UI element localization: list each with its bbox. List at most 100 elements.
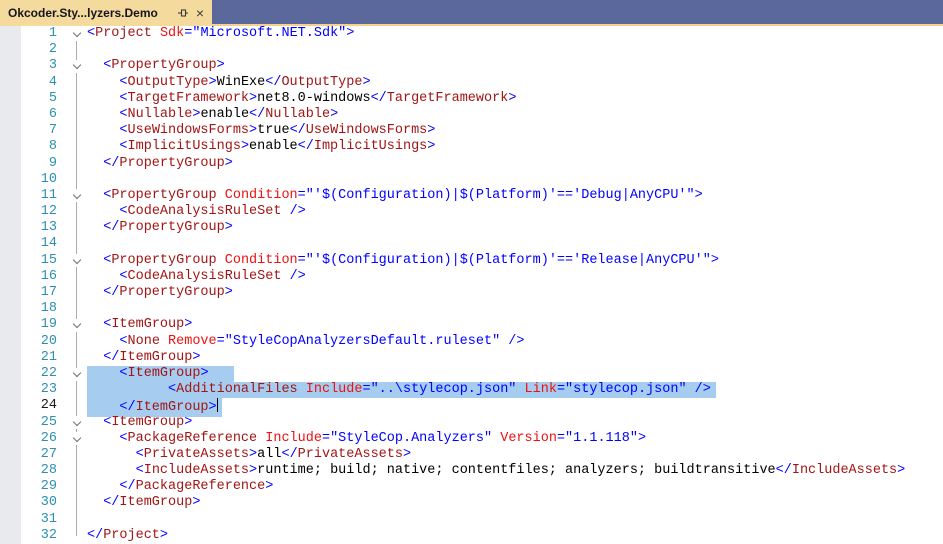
fold-margin <box>57 204 87 220</box>
code-text: </ItemGroup> <box>103 349 201 365</box>
code-line[interactable]: 17 </PropertyGroup> <box>0 285 943 301</box>
code-line[interactable]: 1 <Project Sdk="Microsoft.NET.Sdk"> <box>0 26 943 42</box>
line-number[interactable]: 29 <box>0 479 57 495</box>
code-line[interactable]: 21 </ItemGroup> <box>0 350 943 366</box>
code-text: <CodeAnalysisRuleSet /> <box>119 268 306 284</box>
text-caret <box>216 398 219 413</box>
fold-chevron-icon[interactable] <box>70 254 83 268</box>
line-number[interactable]: 24 <box>0 398 57 414</box>
code-line[interactable]: 23 <AdditionalFiles Include="..\stylecop… <box>0 382 943 399</box>
fold-chevron-icon[interactable] <box>70 432 83 446</box>
code-text: <IncludeAssets>runtime; build; native; c… <box>135 463 906 479</box>
code-line[interactable]: 32 </Project> <box>0 528 943 544</box>
tab-title: Okcoder.Sty...lyzers.Demo <box>8 6 158 20</box>
code-line[interactable]: 12 <CodeAnalysisRuleSet /> <box>0 204 943 220</box>
code-line[interactable]: 11 <PropertyGroup Condition="'$(Configur… <box>0 188 943 204</box>
code-line[interactable]: 16 <CodeAnalysisRuleSet /> <box>0 269 943 285</box>
code-line[interactable]: 6 <Nullable>enable</Nullable> <box>0 107 943 123</box>
line-number[interactable]: 10 <box>0 172 57 188</box>
code-line[interactable]: 3 <PropertyGroup> <box>0 58 943 74</box>
code-line[interactable]: 2 <box>0 42 943 58</box>
code-line[interactable]: 24 </ItemGroup> <box>0 398 943 417</box>
line-number[interactable]: 7 <box>0 123 57 139</box>
code-line[interactable]: 18 <box>0 301 943 317</box>
fold-margin <box>57 26 87 42</box>
code-area: 1 <Project Sdk="Microsoft.NET.Sdk"> 2 3 <Pr… <box>0 26 943 544</box>
fold-margin <box>57 253 87 269</box>
code-text: <PropertyGroup Condition="'$(Configurati… <box>103 252 719 268</box>
code-line[interactable]: 15 <PropertyGroup Condition="'$(Configur… <box>0 253 943 269</box>
code-line[interactable]: 28 <IncludeAssets>runtime; build; native… <box>0 463 943 479</box>
line-number[interactable]: 12 <box>0 204 57 220</box>
selection-highlight: <ItemGroup> <box>87 365 234 383</box>
fold-margin <box>57 285 87 301</box>
line-number[interactable]: 3 <box>0 58 57 74</box>
code-line[interactable]: 22 <ItemGroup> <box>0 365 943 383</box>
code-line[interactable]: 14 <box>0 236 943 252</box>
line-number[interactable]: 8 <box>0 139 57 155</box>
fold-chevron-icon[interactable] <box>70 416 83 430</box>
code-line[interactable]: 19 <ItemGroup> <box>0 317 943 333</box>
fold-chevron-icon[interactable] <box>70 27 83 41</box>
line-number[interactable]: 14 <box>0 236 57 252</box>
fold-margin <box>57 415 87 431</box>
line-number[interactable]: 23 <box>0 382 57 398</box>
code-line[interactable]: 10 <box>0 172 943 188</box>
fold-margin <box>57 107 87 123</box>
code-line[interactable]: 20 <None Remove="StyleCopAnalyzersDefaul… <box>0 334 943 350</box>
line-number[interactable]: 2 <box>0 42 57 58</box>
line-number[interactable]: 5 <box>0 91 57 107</box>
fold-margin <box>57 350 87 366</box>
document-tab[interactable]: Okcoder.Sty...lyzers.Demo × <box>0 0 212 26</box>
line-number[interactable]: 18 <box>0 301 57 317</box>
close-icon[interactable]: × <box>194 6 206 20</box>
line-number[interactable]: 30 <box>0 495 57 511</box>
code-line[interactable]: 8 <ImplicitUsings>enable</ImplicitUsings… <box>0 139 943 155</box>
line-number[interactable]: 19 <box>0 317 57 333</box>
fold-margin <box>57 123 87 139</box>
fold-margin <box>57 220 87 236</box>
code-editor[interactable]: 1 <Project Sdk="Microsoft.NET.Sdk"> 2 3 <Pr… <box>0 26 943 544</box>
fold-margin <box>57 495 87 511</box>
code-line[interactable]: 5 <TargetFramework>net8.0-windows</Targe… <box>0 91 943 107</box>
line-number[interactable]: 22 <box>0 366 57 382</box>
code-line[interactable]: 7 <UseWindowsForms>true</UseWindowsForms… <box>0 123 943 139</box>
code-line[interactable]: 29 </PackageReference> <box>0 479 943 495</box>
code-line[interactable]: 30 </ItemGroup> <box>0 495 943 511</box>
fold-margin <box>57 269 87 285</box>
fold-chevron-icon[interactable] <box>70 59 83 73</box>
pin-icon[interactable] <box>177 7 189 19</box>
line-number[interactable]: 31 <box>0 512 57 528</box>
fold-chevron-icon[interactable] <box>70 189 83 203</box>
code-text: </PropertyGroup> <box>103 155 233 171</box>
line-number[interactable]: 4 <box>0 75 57 91</box>
line-number[interactable]: 11 <box>0 188 57 204</box>
fold-margin <box>57 301 87 317</box>
code-line[interactable]: 26 <PackageReference Include="StyleCop.A… <box>0 431 943 447</box>
code-line[interactable]: 13 </PropertyGroup> <box>0 220 943 236</box>
code-text: <ItemGroup> <box>103 317 193 333</box>
line-number[interactable]: 15 <box>0 253 57 269</box>
fold-margin <box>57 317 87 333</box>
line-number[interactable]: 27 <box>0 447 57 463</box>
line-number[interactable]: 9 <box>0 156 57 172</box>
line-number[interactable]: 17 <box>0 285 57 301</box>
fold-chevron-icon[interactable] <box>70 367 83 381</box>
code-line[interactable]: 4 <OutputType>WinExe</OutputType> <box>0 75 943 91</box>
line-number[interactable]: 13 <box>0 220 57 236</box>
line-number[interactable]: 25 <box>0 415 57 431</box>
line-number[interactable]: 16 <box>0 269 57 285</box>
line-number[interactable]: 6 <box>0 107 57 123</box>
line-number[interactable]: 28 <box>0 463 57 479</box>
code-line[interactable]: 31 <box>0 512 943 528</box>
code-line[interactable]: 25 <ItemGroup> <box>0 415 943 431</box>
fold-margin <box>57 512 87 528</box>
line-number[interactable]: 32 <box>0 528 57 544</box>
code-line[interactable]: 27 <PrivateAssets>all</PrivateAssets> <box>0 447 943 463</box>
line-number[interactable]: 26 <box>0 431 57 447</box>
line-number[interactable]: 1 <box>0 26 57 42</box>
line-number[interactable]: 20 <box>0 334 57 350</box>
line-number[interactable]: 21 <box>0 350 57 366</box>
fold-chevron-icon[interactable] <box>70 318 83 332</box>
code-line[interactable]: 9 </PropertyGroup> <box>0 156 943 172</box>
